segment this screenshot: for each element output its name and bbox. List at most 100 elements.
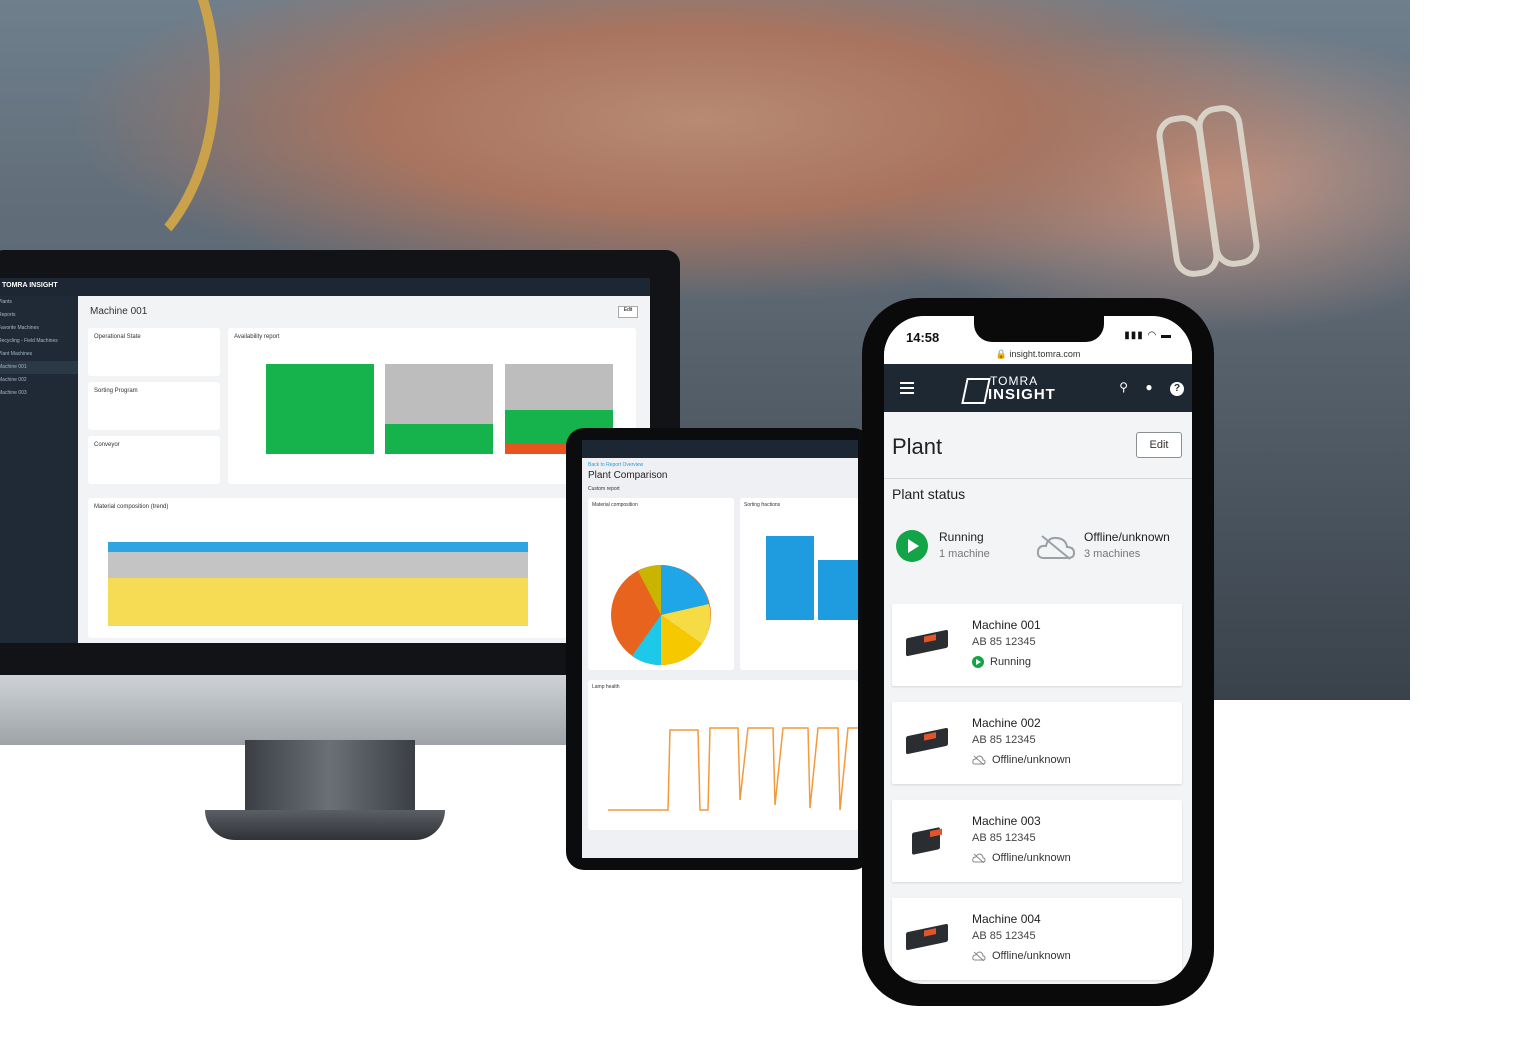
signal-battery-icon: ▮▮▮ ◠ ▬ [1124, 330, 1172, 341]
panel-title: Availability report [234, 334, 280, 340]
sorting-bar [818, 560, 858, 620]
machine-card[interactable]: Machine 002 AB 85 12345 Offline/unknown [892, 702, 1182, 784]
machine-thumbnail [912, 827, 940, 855]
sorting-fractions-panel: Sorting fractions [740, 498, 858, 670]
tomra-insight-logo: TOMRA INSIGHT [961, 374, 1056, 404]
logo-mark-icon [961, 378, 991, 404]
machine-name: Machine 001 [972, 618, 1041, 632]
machine-id: AB 85 12345 [972, 930, 1036, 942]
panel-title: Material composition [592, 502, 638, 508]
phone-device: 14:58 ▮▮▮ ◠ ▬ 🔒 insight.tomra.com TOMRA … [862, 298, 1214, 1006]
wave-shape [1410, 0, 1540, 1060]
plant-status-heading: Plant status [892, 486, 966, 502]
sidebar-item[interactable]: Machine 003 [0, 387, 78, 400]
monitor-stand [245, 740, 415, 820]
help-icon[interactable]: ? [1170, 382, 1184, 396]
desktop-sidebar: Plants Reports Favorite Machines Recycli… [0, 296, 78, 643]
machine-id: AB 85 12345 [972, 832, 1036, 844]
machine-thumbnail [906, 629, 948, 657]
offline-label: Offline/unknown [1084, 530, 1170, 544]
material-pie-chart [611, 565, 711, 666]
play-icon [896, 530, 928, 562]
divider [884, 478, 1192, 479]
sorting-bar [766, 536, 814, 620]
machine-name: Machine 004 [972, 912, 1041, 926]
sidebar-item[interactable]: Plants [0, 296, 78, 309]
tablet-topbar [582, 440, 858, 458]
sorting-program-panel: Sorting Program [88, 382, 220, 430]
desktop-edit-button[interactable]: Edit [618, 306, 638, 318]
sidebar-item[interactable]: Machine 002 [0, 374, 78, 387]
material-composition-panel: Material composition [588, 498, 734, 670]
machine-status-text: Offline/unknown [992, 950, 1071, 962]
trend-band-blue [108, 542, 528, 552]
panel-title: Lamp health [592, 684, 620, 690]
sidebar-item[interactable]: Favorite Machines [0, 322, 78, 335]
tablet-breadcrumb[interactable]: Back to Report Overview [588, 462, 643, 468]
running-label: Running [939, 530, 984, 544]
desktop-logo: TOMRA INSIGHT [2, 282, 58, 289]
operational-state-panel: Operational State [88, 328, 220, 376]
panel-title: Sorting fractions [744, 502, 781, 508]
conveyor-panel: Conveyor [88, 436, 220, 484]
panel-title: Conveyor [94, 442, 120, 448]
search-icon[interactable]: ⚲ [1119, 380, 1128, 394]
desktop-screen: TOMRA INSIGHT Plants Reports Favorite Ma… [0, 278, 650, 643]
machine-status-text: Offline/unknown [992, 754, 1071, 766]
machine-status-text: Offline/unknown [992, 852, 1071, 864]
sidebar-item[interactable]: Machine 001 [0, 361, 78, 374]
user-icon[interactable]: ● [1145, 380, 1152, 394]
desktop-page-title: Machine 001 [90, 306, 148, 317]
trend-band-yellow [108, 578, 528, 626]
url-bar[interactable]: 🔒 insight.tomra.com [884, 346, 1192, 364]
availability-bar [385, 364, 493, 424]
running-count: 1 machine [939, 548, 990, 560]
monitor-base [205, 810, 445, 840]
machine-status: Running [972, 656, 1031, 669]
page-title: Plant [892, 434, 943, 459]
menu-icon[interactable] [900, 382, 914, 394]
trend-band-gray [108, 552, 528, 578]
running-icon [972, 656, 984, 669]
machine-status: Offline/unknown [972, 754, 1071, 766]
logo-text-bottom: INSIGHT [988, 386, 1056, 403]
panel-title: Operational State [94, 334, 141, 340]
tablet-device: Back to Report Overview Plant Comparison… [566, 428, 871, 870]
offline-cloud-icon [972, 951, 986, 962]
machine-status: Offline/unknown [972, 852, 1071, 864]
machine-name: Machine 002 [972, 716, 1041, 730]
phone-notch [974, 316, 1104, 342]
phone-screen: 14:58 ▮▮▮ ◠ ▬ 🔒 insight.tomra.com TOMRA … [884, 316, 1192, 984]
bracelet-decoration [0, 0, 220, 280]
panel-title: Sorting Program [94, 388, 138, 394]
offline-count: 3 machines [1084, 548, 1141, 560]
machine-id: AB 85 12345 [972, 734, 1036, 746]
offline-cloud-icon [972, 853, 986, 864]
running-status-icon [896, 530, 928, 567]
offline-cloud-icon [1036, 535, 1076, 560]
lamp-health-line-chart [608, 727, 858, 811]
app-header: TOMRA INSIGHT ⚲ ● ? [884, 364, 1192, 412]
header-actions: ⚲ ● ? [1119, 380, 1184, 396]
sidebar-item[interactable]: Reports [0, 309, 78, 322]
machine-thumbnail [906, 727, 948, 755]
machine-card[interactable]: Machine 003 AB 85 12345 Offline/unknown [892, 800, 1182, 882]
panel-title: Material composition (trend) [94, 504, 169, 510]
machine-name: Machine 003 [972, 814, 1041, 828]
tablet-page-title: Plant Comparison [588, 470, 668, 481]
machine-id: AB 85 12345 [972, 636, 1036, 648]
machine-thumbnail [906, 923, 948, 951]
material-trend-panel: Material composition (trend) [88, 498, 636, 638]
machine-status-text: Running [990, 656, 1031, 668]
edit-button[interactable]: Edit [1136, 432, 1182, 458]
sidebar-item[interactable]: Recycling - Field Machines [0, 335, 78, 348]
desktop-topbar: TOMRA INSIGHT [0, 278, 650, 296]
machine-card[interactable]: Machine 001 AB 85 12345 Running [892, 604, 1182, 686]
sidebar-item[interactable]: Plant Machines [0, 348, 78, 361]
tablet-screen: Back to Report Overview Plant Comparison… [582, 440, 858, 858]
availability-bar [505, 364, 613, 410]
availability-bar [266, 364, 374, 454]
machine-card[interactable]: Machine 004 AB 85 12345 Offline/unknown [892, 898, 1182, 980]
lamp-health-panel: Lamp health [588, 680, 858, 830]
status-clock: 14:58 [906, 330, 940, 345]
